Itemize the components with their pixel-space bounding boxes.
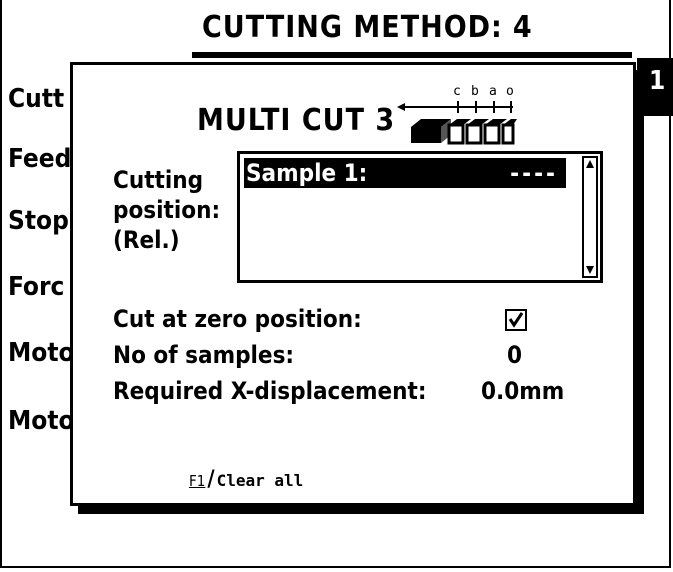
checkmark-icon	[508, 312, 524, 328]
screen-title: CUTTING METHOD: 4	[202, 10, 533, 45]
cut-at-zero-label: Cut at zero position:	[113, 305, 362, 333]
diagram-letter-b: b	[471, 84, 479, 99]
sample-value: ----	[510, 159, 558, 187]
cutting-position-label-line-1: Cutting	[113, 166, 204, 194]
multi-cut-dialog: MULTI CUT 3 c b a o Cutting position: (R…	[70, 62, 636, 506]
background-label-feed: Feed	[8, 144, 72, 174]
background-label-stop: Stop	[8, 206, 69, 236]
diagram-letter-o: o	[506, 84, 514, 99]
sample-position-diagram-icon: c b a o	[397, 84, 517, 145]
background-label-motor-2: Moto	[8, 406, 75, 436]
f1-key-label: F1	[189, 472, 206, 490]
sample-label: Sample 1:	[246, 159, 368, 187]
diagram-letter-c: c	[453, 84, 461, 99]
background-label-motor-1: Moto	[8, 338, 75, 368]
list-scrollbar[interactable]	[582, 156, 598, 278]
dialog-title: MULTI CUT 3	[197, 103, 396, 138]
method-number: 4	[512, 10, 533, 45]
clear-all-button[interactable]: F1/Clear all	[189, 467, 303, 492]
cutting-position-label: Cutting position: (Rel.)	[113, 165, 220, 255]
cutting-position-label-line-3: (Rel.)	[113, 226, 180, 254]
cutting-position-list[interactable]: Sample 1: ----	[237, 151, 603, 283]
list-item-selected[interactable]: Sample 1: ----	[244, 158, 566, 188]
diagram-letter-a: a	[489, 84, 497, 99]
cut-at-zero-checkbox[interactable]	[505, 309, 527, 331]
machine-screen: CUTTING METHOD: 4 1 Cutt Feed Stop Forc M…	[0, 0, 673, 568]
background-tab-bar	[192, 52, 632, 58]
background-label-cutting: Cutt	[8, 84, 65, 114]
screen-title-label: CUTTING METHOD:	[202, 10, 503, 45]
samples-count-value: 0	[507, 341, 523, 369]
x-displacement-value: 0.0mm	[481, 377, 565, 405]
x-displacement-label: Required X-displacement:	[113, 377, 427, 405]
scroll-down-arrow-icon[interactable]	[585, 263, 595, 275]
scroll-up-arrow-icon[interactable]	[585, 159, 595, 171]
cutting-position-label-line-2: position:	[113, 196, 221, 224]
background-label-force: Forc	[8, 272, 65, 302]
samples-count-label: No of samples:	[113, 341, 295, 369]
clear-all-label: Clear all	[216, 471, 304, 490]
key-separator: /	[207, 467, 215, 492]
